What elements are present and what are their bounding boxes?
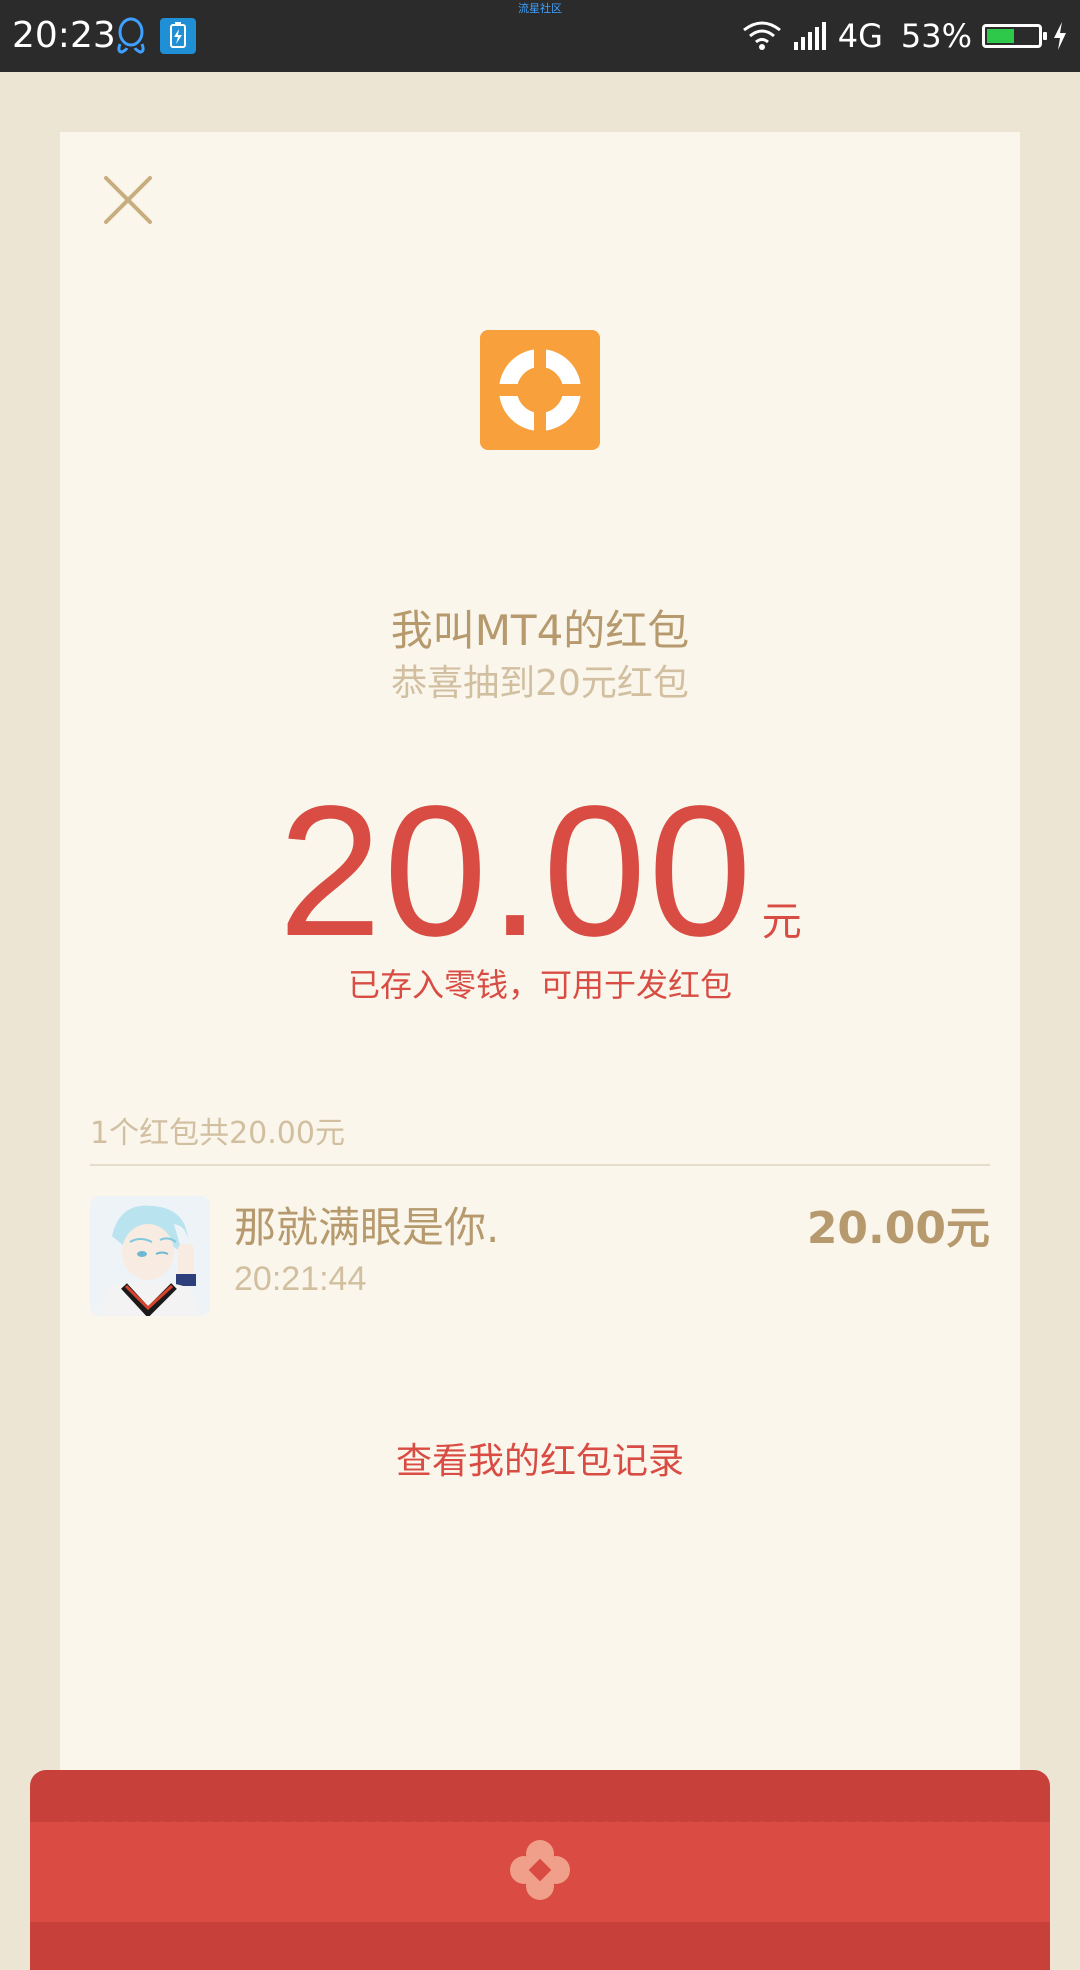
amount-row: 20.00 元 — [60, 772, 1020, 972]
red-packet-detail-card: 我叫MT4的红包 恭喜抽到20元红包 20.00 元 已存入零钱，可用于发红包 1… — [60, 132, 1020, 1822]
battery-percent: 53% — [900, 17, 972, 55]
battery-level-fill — [987, 29, 1014, 43]
view-records-link[interactable]: 查看我的红包记录 — [60, 1432, 1020, 1484]
stored-note[interactable]: 已存入零钱，可用于发红包 — [60, 960, 1020, 1006]
packet-summary: 1个红包共20.00元 — [90, 1116, 345, 1151]
packet-subtitle: 恭喜抽到20元红包 — [391, 663, 689, 704]
avatar[interactable] — [90, 1196, 210, 1316]
sender-amount: 20.00元 — [806, 1203, 990, 1254]
received-amount: 20.00 — [278, 768, 754, 975]
envelope-zigzag-edge — [60, 1820, 1020, 1832]
packet-title: 我叫MT4的红包 — [390, 606, 690, 655]
red-packet-logo-icon — [480, 330, 600, 450]
battery-icon — [982, 24, 1047, 48]
status-bar: 20:23 流星社区 4G 53% — [0, 0, 1080, 72]
network-type: 4G — [837, 17, 883, 55]
signal-icon — [793, 22, 826, 50]
divider — [90, 1164, 990, 1166]
wifi-icon — [742, 21, 781, 50]
receive-time: 20:21:44 — [234, 1260, 367, 1298]
status-right-group: 4G 53% — [742, 14, 1068, 58]
amount-unit: 元 — [761, 899, 802, 945]
battery-saver-app-icon — [160, 18, 196, 54]
close-icon[interactable] — [100, 172, 156, 228]
qq-icon — [117, 17, 145, 54]
sender-name: 那就满眼是你. — [234, 1203, 500, 1252]
charging-icon — [1054, 22, 1066, 50]
flower-icon — [510, 1840, 570, 1900]
status-time: 20:23 — [12, 15, 116, 56]
